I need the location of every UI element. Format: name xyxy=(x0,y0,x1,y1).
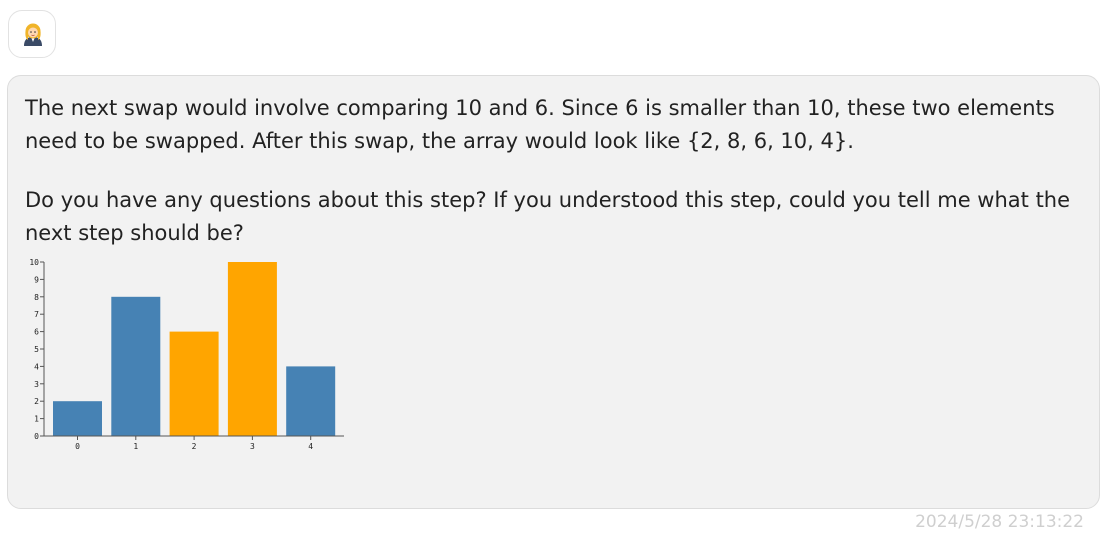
y-tick-label: 4 xyxy=(34,362,39,371)
person-avatar-icon xyxy=(24,23,42,46)
x-tick-label: 3 xyxy=(250,442,255,451)
x-tick-label: 2 xyxy=(192,442,197,451)
chart-bar xyxy=(227,262,277,436)
x-tick-label: 1 xyxy=(133,442,138,451)
message-paragraph: Do you have any questions about this ste… xyxy=(25,184,1070,250)
message-line: need to be swapped. After this swap, the… xyxy=(25,129,854,153)
y-tick-label: 3 xyxy=(34,380,39,389)
message-line: next step should be? xyxy=(25,221,244,245)
avatar xyxy=(8,10,56,58)
y-tick-label: 6 xyxy=(34,328,39,337)
message-line: Do you have any questions about this ste… xyxy=(25,188,1071,212)
y-tick-label: 8 xyxy=(34,293,39,302)
y-tick-label: 0 xyxy=(34,432,39,441)
chart-bar xyxy=(111,296,161,436)
bar-chart: 0 1 2 3 4 5 6 7 8 9 10 0 1 2 3 4 xyxy=(29,258,344,451)
x-tick-label: 4 xyxy=(308,442,313,451)
message-line: The next swap would involve comparing 10… xyxy=(25,96,1055,120)
x-tick-label: 0 xyxy=(75,442,80,451)
y-tick-label: 1 xyxy=(34,415,39,424)
y-tick-label: 2 xyxy=(34,397,39,406)
chart-bar xyxy=(286,366,336,436)
chart-bar xyxy=(53,401,102,436)
message-paragraph: The next swap would involve comparing 10… xyxy=(25,92,1055,158)
y-tick-label: 10 xyxy=(29,258,39,267)
y-tick-label: 7 xyxy=(34,310,39,319)
message-timestamp: 2024/5/28 23:13:22 xyxy=(915,512,1084,532)
y-tick-label: 5 xyxy=(34,345,39,354)
y-tick-label: 9 xyxy=(34,275,39,284)
chart-bar xyxy=(169,331,219,436)
